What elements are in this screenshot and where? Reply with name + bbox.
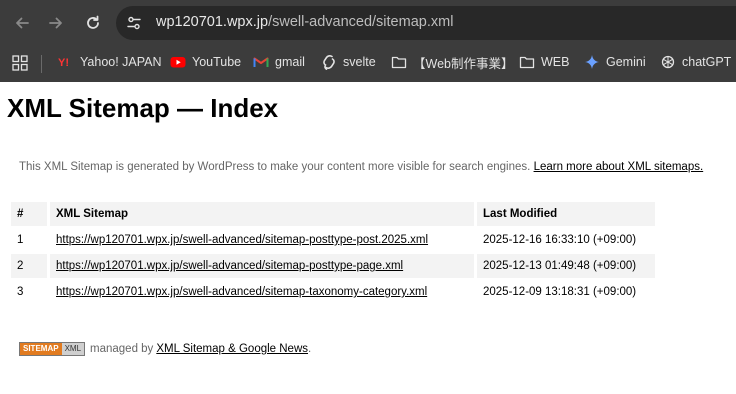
- bookmark-folder-web[interactable]: WEB: [519, 46, 569, 78]
- arrow-left-icon: [16, 17, 29, 29]
- address-bar[interactable]: wp120701.wpx.jp/swell-advanced/sitemap.x…: [116, 6, 736, 40]
- plugin-link[interactable]: XML Sitemap & Google News: [156, 343, 308, 355]
- sitemap-url-cell: https://wp120701.wpx.jp/swell-advanced/s…: [50, 228, 474, 252]
- table-row: 2 https://wp120701.wpx.jp/swell-advanced…: [11, 254, 655, 278]
- gemini-icon: [584, 54, 600, 70]
- folder-icon: [391, 54, 407, 70]
- last-modified-cell: 2025-12-09 13:18:31 (+09:00): [483, 286, 637, 298]
- table-header-row: # XML Sitemap Last Modified: [11, 202, 655, 226]
- learn-more-link[interactable]: Learn more about XML sitemaps.: [534, 161, 704, 173]
- site-info-button[interactable]: [124, 13, 144, 33]
- bookmark-label: YouTube: [192, 55, 242, 69]
- badge-right-text: XML: [61, 343, 85, 355]
- sitemap-link[interactable]: https://wp120701.wpx.jp/swell-advanced/s…: [56, 234, 428, 246]
- sitemap-url-cell: https://wp120701.wpx.jp/swell-advanced/s…: [50, 280, 474, 304]
- bookmarks-separator: [41, 55, 42, 73]
- table-row: 3 https://wp120701.wpx.jp/swell-advanced…: [11, 280, 655, 304]
- page-title: XML Sitemap — Index: [7, 93, 279, 123]
- folder-icon: [519, 54, 535, 70]
- bookmark-label: 【Web制作事業】: [413, 56, 514, 71]
- forward-button[interactable]: [42, 9, 70, 37]
- page-description: This XML Sitemap is generated by WordPre…: [19, 161, 703, 173]
- bookmark-chatgpt[interactable]: chatGPT: [660, 46, 731, 78]
- description-text: This XML Sitemap is generated by WordPre…: [19, 161, 531, 173]
- last-modified-cell: 2025-12-13 01:49:48 (+09:00): [477, 254, 655, 278]
- footer-period: .: [308, 343, 312, 355]
- bookmarks-bar: Y! Yahoo! JAPAN YouTube gmail svelte 【We…: [0, 46, 736, 82]
- svg-text:Y!: Y!: [58, 57, 69, 69]
- last-modified-cell: 2025-12-16 16:33:10 (+09:00): [483, 234, 637, 246]
- bookmark-label: Yahoo! JAPAN: [80, 55, 162, 69]
- bookmark-folder-web-seisaku[interactable]: 【Web制作事業】: [391, 46, 513, 78]
- bookmark-svelte[interactable]: svelte: [321, 46, 376, 78]
- arrow-right-icon: [49, 17, 62, 29]
- page-footer: SITEMAP XML managed by XML Sitemap & Goo…: [19, 342, 311, 356]
- tune-icon: [127, 16, 141, 30]
- bookmark-label: svelte: [343, 55, 376, 69]
- bookmark-gmail[interactable]: gmail: [253, 46, 305, 78]
- row-number: 3: [17, 286, 24, 298]
- bookmark-label: Gemini: [606, 55, 646, 69]
- reload-button[interactable]: [79, 9, 107, 37]
- bookmark-gemini[interactable]: Gemini: [584, 46, 646, 78]
- sitemap-url-cell: https://wp120701.wpx.jp/swell-advanced/s…: [50, 254, 474, 278]
- youtube-icon: [170, 54, 186, 70]
- badge-left-text: SITEMAP: [20, 343, 62, 355]
- apps-grid-icon[interactable]: [12, 55, 28, 71]
- sitemap-xml-badge: SITEMAP XML: [19, 342, 86, 356]
- url-path: /swell-advanced/sitemap.xml: [268, 14, 454, 30]
- sitemap-link[interactable]: https://wp120701.wpx.jp/swell-advanced/s…: [56, 286, 427, 298]
- yahoo-icon: Y!: [58, 54, 74, 70]
- url-host: wp120701.wpx.jp: [156, 14, 269, 30]
- column-header-last-modified: Last Modified: [477, 202, 655, 226]
- bookmark-label: WEB: [541, 55, 570, 69]
- row-number: 1: [17, 234, 24, 246]
- url-text[interactable]: wp120701.wpx.jp/swell-advanced/sitemap.x…: [156, 14, 453, 30]
- column-header-sitemap: XML Sitemap: [50, 202, 474, 226]
- bookmark-yahoo[interactable]: Y! Yahoo! JAPAN: [58, 46, 162, 78]
- gmail-icon: [253, 54, 269, 70]
- reload-icon: [87, 15, 99, 29]
- column-header-number: #: [11, 202, 47, 226]
- chatgpt-icon: [660, 54, 676, 70]
- bookmark-label: gmail: [275, 55, 305, 69]
- sitemap-table: # XML Sitemap Last Modified 1 https://wp…: [8, 200, 658, 306]
- table-row: 1 https://wp120701.wpx.jp/swell-advanced…: [11, 228, 655, 252]
- bookmark-label: chatGPT: [682, 55, 732, 69]
- row-number: 2: [11, 254, 47, 278]
- sitemap-link[interactable]: https://wp120701.wpx.jp/swell-advanced/s…: [56, 260, 403, 272]
- managed-by-text: managed by: [90, 343, 154, 355]
- back-button[interactable]: [8, 9, 36, 37]
- bookmark-youtube[interactable]: YouTube: [170, 46, 241, 78]
- svelte-icon: [321, 54, 337, 70]
- browser-toolbar: wp120701.wpx.jp/swell-advanced/sitemap.x…: [0, 0, 736, 46]
